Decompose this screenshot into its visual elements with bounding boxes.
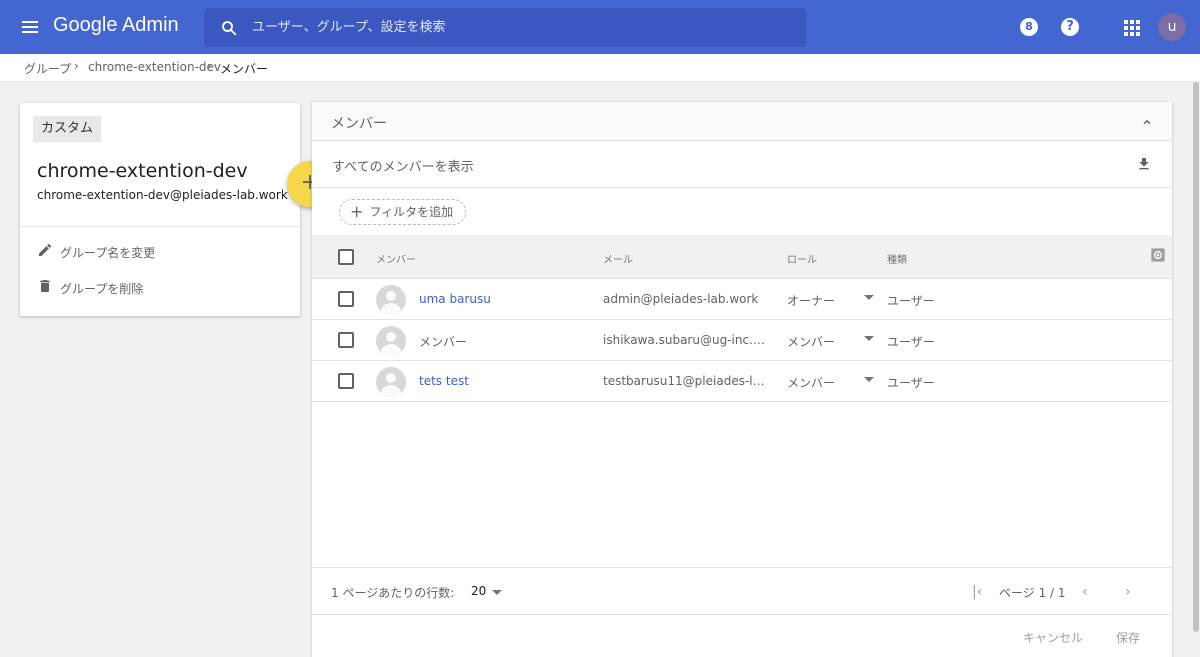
row-checkbox[interactable] bbox=[338, 332, 354, 348]
delete-group-button[interactable]: グループを削除 bbox=[37, 276, 277, 300]
breadcrumb-current: メンバー bbox=[220, 62, 269, 76]
column-header-email[interactable]: メール bbox=[603, 251, 633, 266]
group-email: chrome-extention-dev@pleiades-lab.work bbox=[37, 188, 288, 202]
member-email: testbarusu11@pleiades-lab.work bbox=[603, 374, 765, 388]
dropdown-arrow-icon[interactable] bbox=[864, 336, 874, 341]
member-type: ユーザー bbox=[887, 294, 935, 308]
search-bar[interactable] bbox=[204, 8, 806, 47]
top-app-bar: Google Admin 8 ? u bbox=[0, 0, 1200, 54]
table-row[interactable]: メンバー ishikawa.subaru@ug-inc.net メンバー ユーザ… bbox=[312, 320, 1172, 361]
member-email: ishikawa.subaru@ug-inc.net bbox=[603, 333, 765, 347]
members-panel: メンバー すべてのメンバーを表示 + フィルタを追加 メンバー メール ロール 種… bbox=[312, 102, 1172, 657]
logo-google-text: Google bbox=[53, 14, 118, 36]
member-role-select[interactable]: オーナー bbox=[787, 292, 835, 309]
pencil-icon bbox=[39, 243, 52, 256]
column-header-type[interactable]: 種類 bbox=[887, 251, 907, 266]
divider bbox=[20, 226, 300, 227]
scrollbar-thumb[interactable] bbox=[1193, 82, 1199, 632]
prev-page-icon[interactable]: ‹ bbox=[1082, 584, 1088, 600]
apps-grid-icon[interactable] bbox=[1124, 20, 1140, 36]
member-type: ユーザー bbox=[887, 335, 935, 349]
member-type: ユーザー bbox=[887, 376, 935, 390]
select-all-checkbox[interactable] bbox=[338, 249, 354, 265]
panel-title: メンバー bbox=[331, 116, 387, 132]
member-name[interactable]: uma barusu bbox=[419, 292, 491, 306]
add-filter-label: フィルタを追加 bbox=[369, 205, 454, 219]
member-role-select[interactable]: メンバー bbox=[787, 374, 835, 391]
plus-icon: + bbox=[350, 202, 364, 221]
avatar bbox=[376, 367, 406, 397]
show-all-members-label: すべてのメンバーを表示 bbox=[332, 160, 474, 175]
chevron-right-icon: › bbox=[74, 59, 79, 73]
download-icon[interactable] bbox=[1136, 155, 1152, 173]
save-button[interactable]: 保存 bbox=[1116, 629, 1140, 646]
chevron-up-icon[interactable] bbox=[1140, 115, 1154, 129]
avatar bbox=[376, 285, 406, 315]
rows-per-page-select[interactable]: 20 bbox=[471, 584, 486, 598]
cancel-button[interactable]: キャンセル bbox=[1023, 629, 1083, 646]
hamburger-menu-icon[interactable] bbox=[18, 15, 42, 39]
member-role-select[interactable]: メンバー bbox=[787, 333, 835, 350]
google-admin-logo[interactable]: Google Admin bbox=[53, 14, 179, 37]
dropdown-arrow-icon[interactable] bbox=[864, 377, 874, 382]
logo-admin-text: Admin bbox=[121, 14, 179, 36]
gear-icon[interactable] bbox=[1150, 247, 1166, 263]
member-name[interactable]: tets test bbox=[419, 374, 469, 388]
dropdown-arrow-icon[interactable] bbox=[864, 295, 874, 300]
page-indicator: ページ 1 / 1 bbox=[999, 586, 1066, 600]
divider bbox=[312, 187, 1172, 188]
member-name: メンバー bbox=[419, 335, 468, 349]
pagination-bar: 1 ページあたりの行数: 20 |‹ ページ 1 / 1 ‹ › bbox=[312, 567, 1172, 615]
rows-per-page-label: 1 ページあたりの行数: bbox=[331, 586, 455, 600]
group-name: chrome-extention-dev bbox=[37, 160, 248, 182]
add-filter-button[interactable]: + フィルタを追加 bbox=[339, 199, 467, 225]
breadcrumb-groups[interactable]: グループ bbox=[24, 60, 71, 77]
chevron-right-icon: › bbox=[207, 59, 212, 73]
column-header-role[interactable]: ロール bbox=[787, 251, 817, 266]
row-checkbox[interactable] bbox=[338, 373, 354, 389]
search-input[interactable] bbox=[252, 8, 792, 47]
group-info-card: カスタム chrome-extention-dev chrome-extenti… bbox=[20, 103, 300, 316]
breadcrumb-group[interactable]: chrome-extention-dev bbox=[88, 60, 221, 74]
members-panel-header[interactable]: メンバー bbox=[312, 102, 1172, 141]
page-scrollbar[interactable] bbox=[1192, 82, 1200, 657]
rename-group-button[interactable]: グループ名を変更 bbox=[37, 240, 277, 264]
help-icon[interactable]: ? bbox=[1061, 18, 1079, 36]
table-row[interactable]: tets test testbarusu11@pleiades-lab.work… bbox=[312, 361, 1172, 402]
group-type-tag: カスタム bbox=[33, 116, 102, 142]
avatar bbox=[376, 326, 406, 356]
column-header-member[interactable]: メンバー bbox=[376, 251, 416, 266]
member-email: admin@pleiades-lab.work bbox=[603, 292, 759, 306]
account-avatar[interactable]: u bbox=[1158, 13, 1186, 41]
table-header: メンバー メール ロール 種類 bbox=[312, 235, 1172, 279]
next-page-icon[interactable]: › bbox=[1125, 584, 1131, 600]
trash-icon bbox=[40, 280, 50, 292]
table-row[interactable]: uma barusu admin@pleiades-lab.work オーナー … bbox=[312, 279, 1172, 320]
first-page-icon[interactable]: |‹ bbox=[972, 584, 982, 600]
delete-group-label: グループを削除 bbox=[60, 282, 144, 296]
breadcrumb: グループ › chrome-extention-dev › メンバー bbox=[0, 54, 1200, 82]
dropdown-arrow-icon[interactable] bbox=[492, 590, 502, 595]
row-checkbox[interactable] bbox=[338, 291, 354, 307]
notifications-badge-icon[interactable]: 8 bbox=[1020, 18, 1038, 36]
rename-group-label: グループ名を変更 bbox=[60, 246, 156, 260]
search-icon bbox=[222, 21, 237, 36]
